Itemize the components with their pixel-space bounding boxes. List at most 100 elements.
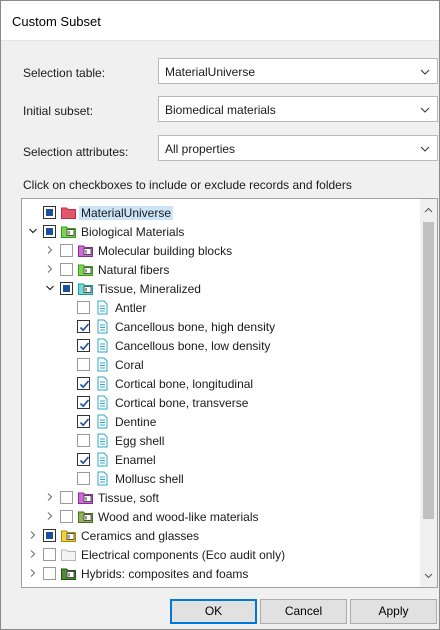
chevron-down-icon[interactable] bbox=[28, 226, 38, 236]
include-checkbox[interactable] bbox=[43, 206, 56, 219]
selection-table-row: Selection table: MaterialUniverse bbox=[1, 58, 440, 86]
initial-subset-select[interactable]: Biomedical materials bbox=[158, 96, 438, 122]
tree-item[interactable]: Cancellous bone, high density bbox=[22, 317, 421, 336]
include-checkbox[interactable] bbox=[77, 415, 90, 428]
chevron-down-icon bbox=[420, 107, 430, 113]
green-folder-icon bbox=[78, 264, 93, 276]
include-checkbox[interactable] bbox=[77, 320, 90, 333]
include-checkbox[interactable] bbox=[60, 244, 73, 257]
tree-item-label: Tissue, soft bbox=[98, 491, 159, 505]
tree-item[interactable]: MaterialUniverse bbox=[22, 203, 421, 222]
chevron-right-icon[interactable] bbox=[45, 492, 55, 502]
include-checkbox[interactable] bbox=[60, 491, 73, 504]
include-checkbox[interactable] bbox=[77, 301, 90, 314]
tree-item-label: Biological Materials bbox=[81, 225, 185, 239]
chevron-right-icon[interactable] bbox=[28, 568, 38, 578]
tree-item[interactable]: Ceramics and glasses bbox=[22, 526, 421, 545]
plain-folder-icon bbox=[61, 549, 76, 561]
include-checkbox[interactable] bbox=[60, 510, 73, 523]
tree-item[interactable]: Coral bbox=[22, 355, 421, 374]
include-checkbox[interactable] bbox=[77, 472, 90, 485]
include-checkbox[interactable] bbox=[77, 396, 90, 409]
include-checkbox[interactable] bbox=[77, 358, 90, 371]
tree-item-label: Dentine bbox=[115, 415, 157, 429]
apply-button[interactable]: Apply bbox=[350, 599, 437, 624]
tree-item[interactable]: Electrical components (Eco audit only) bbox=[22, 545, 421, 564]
record-icon bbox=[97, 357, 108, 372]
vertical-scrollbar[interactable] bbox=[420, 199, 437, 587]
include-checkbox[interactable] bbox=[43, 548, 56, 561]
chevron-right-icon[interactable] bbox=[45, 511, 55, 521]
tree-item[interactable]: Antler bbox=[22, 298, 421, 317]
tree-item[interactable]: Mollusc shell bbox=[22, 469, 421, 488]
checkmark-icon bbox=[79, 418, 90, 427]
selection-table-select[interactable]: MaterialUniverse bbox=[158, 58, 438, 84]
tree-item-label: Enamel bbox=[115, 453, 156, 467]
selection-attributes-value: All properties bbox=[165, 142, 236, 156]
chevron-down-icon[interactable] bbox=[423, 570, 434, 581]
yellow-folder-icon bbox=[61, 530, 76, 542]
tree-item[interactable]: Dentine bbox=[22, 412, 421, 431]
checkmark-icon bbox=[79, 323, 90, 332]
tree-item[interactable]: Tissue, Mineralized bbox=[22, 279, 421, 298]
checkmark-icon bbox=[79, 380, 90, 389]
tree-item[interactable]: Natural fibers bbox=[22, 260, 421, 279]
initial-subset-value: Biomedical materials bbox=[165, 103, 276, 117]
olive-folder-icon bbox=[78, 511, 93, 523]
tree-item-label: Hybrids: composites and foams bbox=[81, 567, 249, 581]
include-checkbox[interactable] bbox=[77, 377, 90, 390]
record-icon bbox=[97, 338, 108, 353]
include-checkbox[interactable] bbox=[77, 339, 90, 352]
tree-item[interactable]: Wood and wood-like materials bbox=[22, 507, 421, 526]
selection-table-label: Selection table: bbox=[23, 66, 106, 80]
chevron-right-icon[interactable] bbox=[45, 264, 55, 274]
initial-subset-row: Initial subset: Biomedical materials bbox=[1, 96, 440, 124]
chevron-down-icon bbox=[420, 69, 430, 75]
cancel-button[interactable]: Cancel bbox=[260, 599, 347, 624]
tree-item-label: Molecular building blocks bbox=[98, 244, 233, 258]
scrollbar-thumb[interactable] bbox=[423, 222, 434, 519]
selection-attributes-row: Selection attributes: All properties bbox=[1, 135, 440, 163]
red-folder-icon bbox=[61, 207, 76, 219]
tree-item[interactable]: Enamel bbox=[22, 450, 421, 469]
tree-item-label: Antler bbox=[115, 301, 147, 315]
chevron-right-icon[interactable] bbox=[28, 530, 38, 540]
record-icon bbox=[97, 319, 108, 334]
tree-item-label: Ceramics and glasses bbox=[81, 529, 200, 543]
include-checkbox[interactable] bbox=[43, 529, 56, 542]
tree-item-label: Cancellous bone, high density bbox=[115, 320, 276, 334]
selection-attributes-label: Selection attributes: bbox=[23, 145, 129, 159]
tree-item[interactable]: Egg shell bbox=[22, 431, 421, 450]
include-checkbox[interactable] bbox=[43, 567, 56, 580]
custom-subset-dialog: Custom Subset Selection table: MaterialU… bbox=[0, 0, 440, 630]
tree-item[interactable]: Cortical bone, longitudinal bbox=[22, 374, 421, 393]
tree-item[interactable]: Molecular building blocks bbox=[22, 241, 421, 260]
tree-item-label: Cancellous bone, low density bbox=[115, 339, 271, 353]
checkmark-icon bbox=[79, 399, 90, 408]
selection-table-value: MaterialUniverse bbox=[165, 65, 256, 79]
tree-item[interactable]: Tissue, soft bbox=[22, 488, 421, 507]
record-icon bbox=[97, 395, 108, 410]
include-checkbox[interactable] bbox=[77, 453, 90, 466]
chevron-down-icon[interactable] bbox=[45, 283, 55, 293]
include-checkbox[interactable] bbox=[60, 282, 73, 295]
chevron-right-icon[interactable] bbox=[45, 245, 55, 255]
tree-item-label: Electrical components (Eco audit only) bbox=[81, 548, 286, 562]
tree-item-label: Cortical bone, longitudinal bbox=[115, 377, 254, 391]
include-checkbox[interactable] bbox=[60, 263, 73, 276]
chevron-up-icon[interactable] bbox=[423, 205, 434, 216]
records-tree[interactable]: MaterialUniverse Biological Materials Mole… bbox=[21, 198, 438, 588]
record-icon bbox=[97, 376, 108, 391]
record-icon bbox=[97, 471, 108, 486]
chevron-right-icon[interactable] bbox=[28, 549, 38, 559]
ok-button[interactable]: OK bbox=[170, 599, 257, 624]
tree-item[interactable]: Biological Materials bbox=[22, 222, 421, 241]
cyan-folder-icon bbox=[78, 283, 93, 295]
selection-attributes-select[interactable]: All properties bbox=[158, 135, 438, 161]
include-checkbox[interactable] bbox=[43, 225, 56, 238]
include-checkbox[interactable] bbox=[77, 434, 90, 447]
tree-item[interactable]: Cortical bone, transverse bbox=[22, 393, 421, 412]
tree-item[interactable]: Cancellous bone, low density bbox=[22, 336, 421, 355]
record-icon bbox=[97, 414, 108, 429]
tree-item[interactable]: Hybrids: composites and foams bbox=[22, 564, 421, 583]
